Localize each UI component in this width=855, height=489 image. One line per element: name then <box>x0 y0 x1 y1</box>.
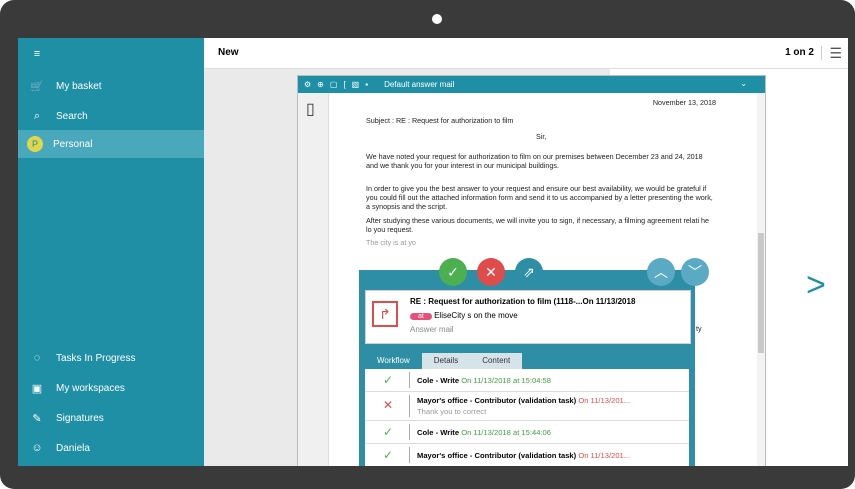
sidebar: ≡ 🛒 My basket ⌕ Search P Personal ◌ Task… <box>18 38 204 466</box>
letter-paragraph-3: After studying these various documents, … <box>366 216 710 234</box>
list-item[interactable]: ✓ Cole - Write On 11/13/2018 at 15:44:06 <box>365 421 689 444</box>
document-thumbnail-icon[interactable]: ▯ <box>306 99 315 119</box>
menu-button[interactable]: ≡ <box>18 40 204 68</box>
basket-icon: 🛒 <box>30 80 44 93</box>
workflow-actor: Cole - Write <box>417 428 460 437</box>
reply-mail-icon: ↱ <box>372 301 398 327</box>
device-frame: ≡ 🛒 My basket ⌕ Search P Personal ◌ Task… <box>0 0 855 489</box>
workflow-actor: Mayor's office - Contributor (validation… <box>417 451 577 460</box>
mail-sender: EliseCity s on the move <box>434 311 518 320</box>
list-view-icon[interactable]: ☰ <box>829 45 842 62</box>
letter-salutation: Sir, <box>536 132 547 141</box>
avatar: P <box>27 136 43 152</box>
approve-button[interactable]: ✓ <box>439 258 467 286</box>
workflow-popup: ✓ ✕ ⇗ ︿ ﹀ ↱ RE : Request for authorizati… <box>359 258 709 466</box>
camera-dot <box>432 14 442 24</box>
workspaces-icon: ▣ <box>31 382 43 395</box>
sidebar-item-label: Daniela <box>56 442 90 454</box>
close-icon: ✕ <box>383 398 394 412</box>
sidebar-item-search[interactable]: ⌕ Search <box>18 102 204 130</box>
settings-icon[interactable]: ⚙ <box>304 80 311 89</box>
sidebar-item-label: My basket <box>56 80 102 92</box>
search-icon: ⌕ <box>33 109 41 122</box>
tab-content[interactable]: Content <box>470 353 523 369</box>
sidebar-item-tasks-in-progress[interactable]: ◌ Tasks In Progress <box>18 344 204 372</box>
mail-sender-row: at EliseCity s on the move <box>410 311 518 320</box>
next-arrow-icon[interactable]: > <box>806 266 826 305</box>
check-icon: ✓ <box>383 448 394 462</box>
list-item[interactable]: ✓ Cole - Write On 11/13/2018 at 15:04:58 <box>365 369 689 392</box>
workflow-date: On 11/13/201... <box>578 396 631 405</box>
letter-paragraph-2: In order to give you the best answer to … <box>366 184 713 211</box>
sender-badge: at <box>410 313 432 320</box>
workflow-date: On 11/13/2018 at 15:44:06 <box>461 428 551 437</box>
sidebar-item-label: My workspaces <box>56 382 125 394</box>
list-item[interactable]: ✓ Mayor's office - Contributor (validati… <box>365 444 689 466</box>
top-bar: New 1 on 2 ☰ <box>204 38 848 69</box>
sidebar-item-label: Search <box>56 110 88 122</box>
sidebar-item-label: Tasks In Progress <box>56 352 136 364</box>
page-title: New <box>218 47 239 58</box>
sidebar-item-signatures[interactable]: ✎ Signatures <box>18 404 204 432</box>
letter-faded-text: The city is at yo <box>366 238 416 247</box>
tasks-icon: ◌ <box>33 352 41 364</box>
tab-workflow[interactable]: Workflow <box>365 353 422 369</box>
tab-details[interactable]: Details <box>421 353 471 369</box>
collapse-up-button[interactable]: ︿ <box>647 258 675 286</box>
hamburger-icon: ≡ <box>33 48 41 60</box>
page-icon[interactable]: ▢ <box>330 80 338 89</box>
mail-card[interactable]: ↱ RE : Request for authorization to film… <box>365 290 691 344</box>
expand-down-button[interactable]: ﹀ <box>681 258 709 286</box>
workflow-list: ✓ Cole - Write On 11/13/2018 at 15:04:58… <box>365 369 689 466</box>
letter-fragment: ty <box>696 324 702 333</box>
save-doc-icon[interactable]: ▪ <box>365 80 368 89</box>
letter-paragraph-1: We have noted your request for authoriza… <box>366 152 703 170</box>
edit-doc-icon[interactable]: ▧ <box>352 80 360 89</box>
chevron-down-icon[interactable]: ⌄ <box>740 79 747 88</box>
app-screen: ≡ 🛒 My basket ⌕ Search P Personal ◌ Task… <box>18 38 848 466</box>
sidebar-item-personal[interactable]: P Personal <box>18 130 204 158</box>
check-icon: ✓ <box>383 373 394 387</box>
reject-button[interactable]: ✕ <box>477 258 505 286</box>
letter-subject: Subject : RE : Request for authorization… <box>366 116 514 125</box>
list-item[interactable]: ✕ Mayor's office - Contributor (validati… <box>365 392 689 421</box>
signature-icon: ✎ <box>32 412 42 425</box>
document-title: Default answer mail <box>384 80 455 89</box>
pager-label: 1 on 2 <box>785 47 814 58</box>
mail-title: RE : Request for authorization to film (… <box>410 297 636 306</box>
vertical-scrollbar[interactable] <box>757 93 765 466</box>
bracket-icon[interactable]: [ <box>343 80 345 89</box>
add-icon[interactable]: ⊕ <box>317 80 324 89</box>
open-external-button[interactable]: ⇗ <box>515 258 543 286</box>
workflow-date: On 11/13/2018 at 15:04:58 <box>461 376 551 385</box>
scroll-thumb[interactable] <box>758 233 764 353</box>
sidebar-item-my-basket[interactable]: 🛒 My basket <box>18 72 204 100</box>
workflow-actor: Cole - Write <box>417 376 460 385</box>
popup-tabs: Workflow Details Content <box>365 353 551 369</box>
divider <box>821 46 822 60</box>
user-icon: ☺ <box>31 442 43 454</box>
document-toolbar: ⚙ ⊕ ▢ [ ▧ ▪ Default answer mail ⌄ <box>298 76 765 93</box>
check-icon: ✓ <box>383 425 394 439</box>
sidebar-item-my-workspaces[interactable]: ▣ My workspaces <box>18 374 204 402</box>
sidebar-item-label: Personal <box>53 138 93 150</box>
workflow-actor: Mayor's office - Contributor (validation… <box>417 396 577 405</box>
thumbnail-strip: ▯ <box>298 93 329 466</box>
sidebar-item-daniela[interactable]: ☺ Daniela <box>18 434 204 462</box>
workflow-note: Thank you to correct <box>417 407 487 416</box>
mail-type: Answer mail <box>410 325 454 334</box>
workflow-date: On 11/13/201... <box>578 451 631 460</box>
letter-date: November 13, 2018 <box>652 98 716 107</box>
sidebar-item-label: Signatures <box>56 412 104 424</box>
